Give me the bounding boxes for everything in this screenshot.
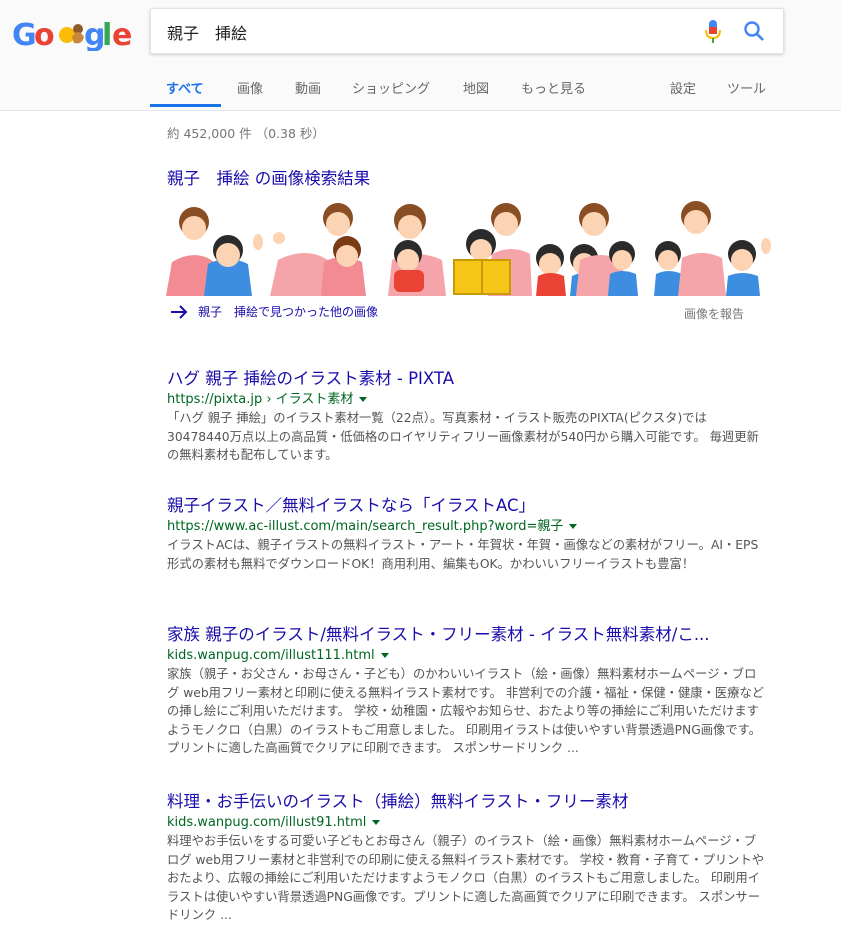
dropdown-arrow-icon[interactable] (359, 397, 368, 402)
microphone-icon[interactable] (704, 19, 722, 45)
search-input[interactable] (165, 19, 689, 45)
tab-maps[interactable]: 地図 (463, 78, 489, 97)
arrow-right-icon (171, 305, 188, 319)
dropdown-arrow-icon[interactable] (372, 820, 381, 825)
search-icon[interactable] (743, 20, 765, 42)
result-snippet: イラストACは、親子イラストの無料イラスト・アート・年賀状・年賀・画像などの素材… (167, 538, 759, 571)
result-url: kids.wanpug.com/illust91.html (167, 813, 767, 832)
header: G o g l e すべて 画像 動画 ショッピング 地図 もっと見る 設定 ツ… (0, 0, 841, 111)
image-thumbnail-7[interactable] (678, 201, 771, 296)
tab-more[interactable]: もっと見る (521, 78, 586, 97)
search-result: 料理・お手伝いのイラスト（挿絵）無料イラスト・フリー素材 kids.wanpug… (167, 791, 767, 925)
active-tab-indicator (150, 104, 221, 107)
tab-shopping[interactable]: ショッピング (352, 78, 430, 97)
search-result: 親子イラスト／無料イラストなら「イラストAC」 https://www.ac-i… (167, 495, 767, 573)
svg-text:l: l (102, 18, 112, 51)
search-box (150, 8, 784, 54)
svg-text:G: G (12, 18, 37, 51)
result-snippet: 家族（親子・お父さん・お母さん・子ども）のかわいいイラスト（絵・画像）無料素材ホ… (167, 667, 765, 755)
tab-videos[interactable]: 動画 (295, 78, 321, 97)
svg-text:o: o (34, 18, 55, 51)
tab-images[interactable]: 画像 (237, 78, 263, 97)
tab-all[interactable]: すべて (166, 78, 204, 97)
more-images-label: 親子 挿絵で見つかった他の画像 (198, 305, 379, 319)
image-thumbnail-2[interactable] (270, 203, 366, 296)
image-thumbnail-3[interactable] (388, 204, 446, 296)
image-results-title[interactable]: 親子 挿絵 の画像検索結果 (167, 165, 370, 189)
google-doodle-logo[interactable]: G o g l e (12, 15, 134, 51)
search-result: ハグ 親子 挿絵のイラスト素材 - PIXTA https://pixta.jp… (167, 368, 767, 465)
result-url: https://www.ac-illust.com/main/search_re… (167, 517, 767, 536)
search-tabs: すべて 画像 動画 ショッピング 地図 もっと見る 設定 ツール (0, 68, 841, 110)
dropdown-arrow-icon[interactable] (569, 524, 578, 529)
result-title-link[interactable]: 親子イラスト／無料イラストなら「イラストAC」 (167, 496, 535, 515)
dropdown-arrow-icon[interactable] (380, 653, 389, 658)
result-title-link[interactable]: 家族 親子のイラスト/無料イラスト・フリー素材 - イラスト無料素材/こ... (167, 625, 710, 644)
tab-settings[interactable]: 設定 (670, 78, 696, 97)
result-url: https://pixta.jp › イラスト素材 (167, 390, 767, 409)
image-results-strip (166, 200, 771, 296)
search-result: 家族 親子のイラスト/無料イラスト・フリー素材 - イラスト無料素材/こ... … (167, 624, 767, 758)
result-url: kids.wanpug.com/illust111.html (167, 646, 767, 665)
image-thumbnail-1[interactable] (166, 200, 263, 296)
result-snippet: 料理やお手伝いをする可愛い子どもとお母さん（親子）のイラスト（絵・画像）無料素材… (167, 834, 765, 922)
result-stats: 約 452,000 件 （0.38 秒） (167, 126, 325, 141)
svg-text:e: e (112, 18, 132, 51)
tab-tools[interactable]: ツール (727, 78, 766, 97)
image-thumbnail-4[interactable] (453, 203, 532, 296)
result-snippet: 「ハグ 親子 挿絵」のイラスト素材一覧（22点）。写真素材・イラスト販売のPIX… (167, 411, 759, 462)
result-title-link[interactable]: ハグ 親子 挿絵のイラスト素材 - PIXTA (167, 369, 454, 388)
result-title-link[interactable]: 料理・お手伝いのイラスト（挿絵）無料イラスト・フリー素材 (167, 792, 628, 811)
report-images-link[interactable]: 画像を報告 (684, 305, 744, 322)
